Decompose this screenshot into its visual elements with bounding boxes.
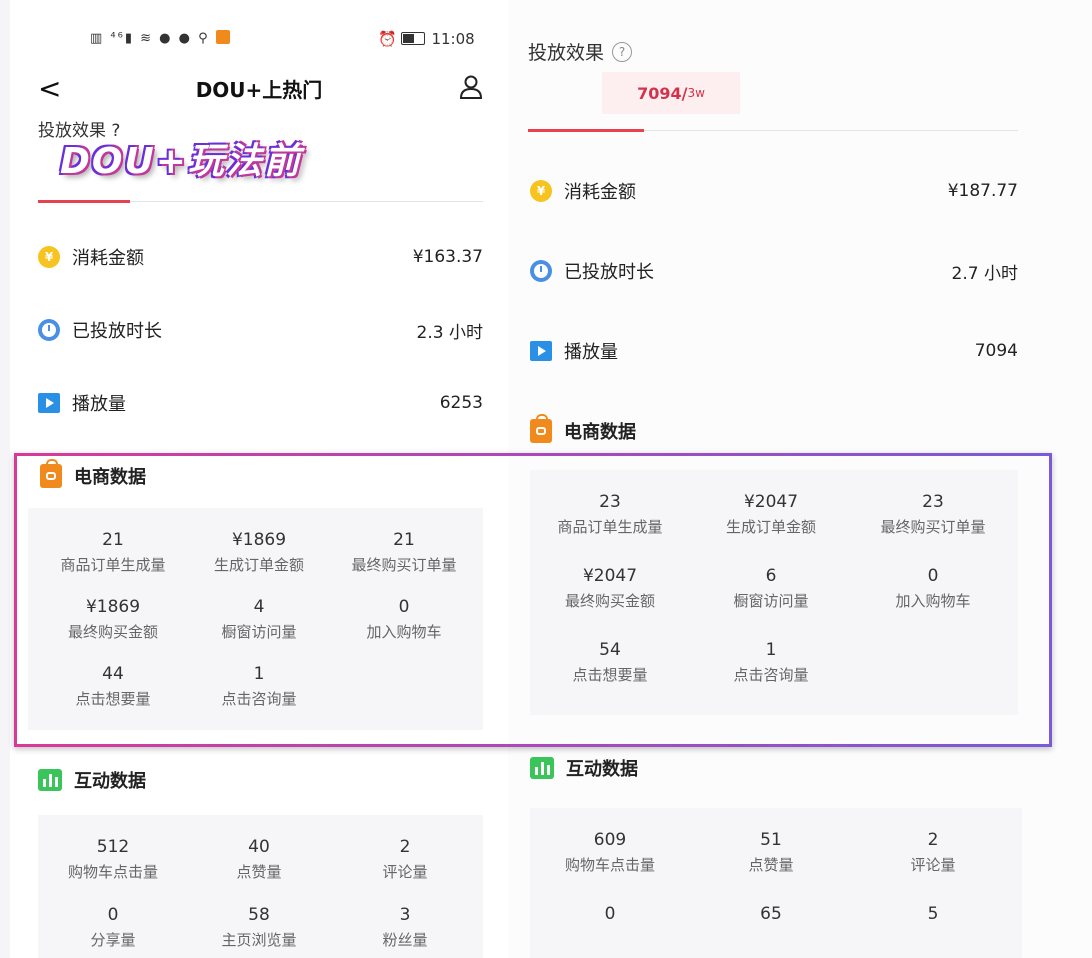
interaction-section-title: 互动数据 (38, 767, 146, 793)
metric-value: ¥187.77 (947, 181, 1018, 201)
metric-spend: ¥ 消耗金额 ¥163.37 (38, 244, 483, 270)
stat-cell: 3 粉丝量 (382, 905, 428, 949)
metric-value: 2.3 小时 (416, 322, 483, 343)
interaction-section-title: 互动数据 (530, 755, 638, 781)
effect-section-title: 投放效果? (528, 38, 633, 65)
before-banner: DOU+玩法前 (60, 141, 302, 182)
status-icons-right: ⏰ 11:08 (378, 30, 475, 48)
tab-active-indicator (528, 129, 644, 132)
stat-cell: 512 购物车点击量 (67, 837, 158, 881)
metric-value: ¥163.37 (412, 247, 483, 267)
metric-label: 消耗金额 (564, 182, 636, 203)
stat-cell: 51 点赞量 (748, 830, 794, 874)
metric-spend: ¥ 消耗金额 ¥187.77 (530, 178, 1018, 204)
help-icon[interactable]: ? (612, 41, 633, 62)
stat-cell: 5 (927, 904, 939, 924)
page-title: DOU+上热门 (195, 78, 323, 102)
metric-label: 播放量 (564, 342, 618, 363)
coin-icon: ¥ (530, 180, 552, 202)
stat-cell: 2 评论量 (382, 837, 428, 881)
metric-value: 7094 (974, 341, 1018, 361)
stat-cell: 65 (760, 904, 782, 924)
stat-cell: 609 购物车点击量 (564, 830, 655, 874)
clock-time: 11:08 (431, 30, 475, 48)
metric-label: 播放量 (72, 394, 126, 415)
interaction-grid: 512 购物车点击量 40 点赞量 2 评论量 0 分享量 58 主页浏览量 3 粉丝量 (38, 815, 483, 958)
bar-chart-icon (530, 757, 554, 779)
metric-value: 2.7 小时 (951, 263, 1018, 284)
shopping-bag-icon (530, 414, 552, 443)
play-icon (530, 341, 552, 361)
stat-cell: 0 (604, 904, 616, 924)
metric-plays: 播放量 7094 (530, 338, 1018, 364)
metric-duration: 已投放时长 2.7 小时 (530, 258, 1018, 284)
plays-progress-pill[interactable]: 7094/3w (602, 72, 740, 114)
bar-chart-icon (38, 769, 62, 791)
metric-label: 消耗金额 (72, 248, 144, 269)
ecommerce-section-title: 电商数据 (530, 414, 636, 444)
metric-duration: 已投放时长 2.3 小时 (38, 317, 483, 343)
stat-cell: 2 评论量 (910, 830, 956, 874)
stat-cell: 0 分享量 (90, 905, 136, 949)
ecommerce-highlight-frame (14, 453, 1052, 747)
stat-cell: 40 点赞量 (236, 837, 282, 881)
metric-label: 已投放时长 (564, 262, 654, 283)
battery-icon (401, 32, 426, 45)
clock-icon (530, 260, 552, 282)
clock-icon (38, 319, 60, 341)
play-icon (38, 393, 60, 413)
status-icons-left: ▥ ⁴⁶▮ ≋ ● ● ⚲ (90, 30, 230, 46)
metric-value: 6253 (439, 393, 483, 413)
stat-cell: 58 主页浏览量 (221, 905, 297, 949)
profile-icon[interactable] (458, 74, 484, 100)
tab-active-indicator (38, 200, 130, 203)
metric-label: 已投放时长 (72, 321, 162, 342)
coin-icon: ¥ (38, 246, 60, 268)
alarm-icon: ⏰ (378, 30, 397, 48)
interaction-grid: 609 购物车点击量 51 点赞量 2 评论量 0 65 5 (530, 808, 1022, 958)
metric-plays: 播放量 6253 (38, 390, 483, 416)
app-notification-icon (215, 30, 230, 44)
